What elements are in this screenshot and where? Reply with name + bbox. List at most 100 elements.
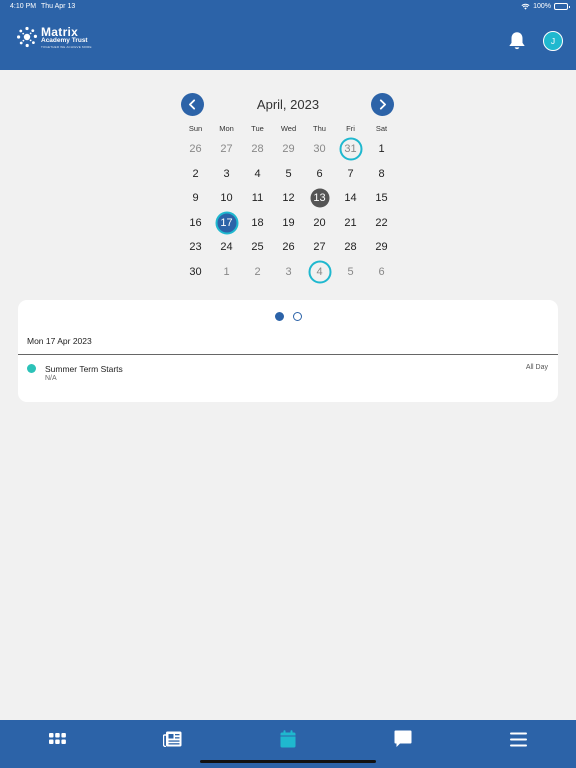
day-number: 12 <box>282 192 295 205</box>
calendar-day[interactable]: 28 <box>242 137 273 162</box>
event-color-dot <box>27 364 36 373</box>
newspaper-icon <box>163 731 182 747</box>
day-number: 3 <box>223 167 230 180</box>
day-number: 13 <box>313 192 326 205</box>
day-number: 29 <box>375 241 388 254</box>
day-number: 16 <box>189 216 202 229</box>
day-number: 3 <box>285 265 292 278</box>
day-number: 27 <box>313 241 326 254</box>
calendar-day[interactable]: 12 <box>273 186 304 211</box>
calendar-day[interactable]: 11 <box>242 186 273 211</box>
day-number: 27 <box>220 143 233 156</box>
calendar-day[interactable]: 20 <box>304 211 335 236</box>
day-number: 5 <box>347 265 354 278</box>
calendar-day[interactable]: 10 <box>211 186 242 211</box>
status-bar: 4:10 PM Thu Apr 13 100% <box>0 3 576 15</box>
calendar-day[interactable]: 16 <box>180 211 211 236</box>
matrix-logo: Matrix Academy Trust TOGETHER WE ACHIEVE… <box>16 26 92 49</box>
weekday-label: Sun <box>188 124 203 133</box>
calendar-day[interactable]: 28 <box>335 235 366 260</box>
calendar-day-with-event[interactable]: 31 <box>335 137 366 162</box>
tab-menu[interactable] <box>461 720 576 768</box>
next-month-button[interactable] <box>371 93 394 116</box>
calendar-day[interactable]: 1 <box>366 137 397 162</box>
calendar-day[interactable]: 7 <box>335 162 366 187</box>
notifications-button[interactable] <box>506 30 528 52</box>
calendar-day[interactable]: 5 <box>273 162 304 187</box>
calendar-day[interactable]: 26 <box>273 235 304 260</box>
calendar-day[interactable]: 30 <box>304 137 335 162</box>
calendar-day[interactable]: 2 <box>242 260 273 285</box>
calendar-day[interactable]: 5 <box>335 260 366 285</box>
logo-tagline: TOGETHER WE ACHIEVE MORE <box>41 44 92 49</box>
calendar-day[interactable]: 19 <box>273 211 304 236</box>
calendar-day[interactable]: 4 <box>242 162 273 187</box>
status-date: Thu Apr 13 <box>41 3 76 10</box>
agenda-card: Mon 17 Apr 2023 Summer Term Starts N/A A… <box>18 300 558 402</box>
calendar-icon <box>280 730 296 748</box>
status-time: 4:10 PM <box>10 3 37 10</box>
user-avatar-button[interactable]: J <box>543 31 563 51</box>
calendar-day-with-event[interactable]: 4 <box>304 260 335 285</box>
page-indicator <box>18 312 558 321</box>
calendar-day[interactable]: 22 <box>366 211 397 236</box>
calendar-day[interactable]: 3 <box>273 260 304 285</box>
day-number: 28 <box>344 241 357 254</box>
day-number: 30 <box>189 265 202 278</box>
calendar-day[interactable]: 29 <box>366 235 397 260</box>
day-number: 29 <box>282 143 295 156</box>
day-number: 11 <box>251 192 264 205</box>
calendar-day[interactable]: 23 <box>180 235 211 260</box>
day-number: 15 <box>375 192 388 205</box>
home-indicator <box>200 760 376 763</box>
calendar-day[interactable]: 18 <box>242 211 273 236</box>
calendar-day[interactable]: 27 <box>304 235 335 260</box>
calendar-day[interactable]: 2 <box>180 162 211 187</box>
calendar-day[interactable]: 3 <box>211 162 242 187</box>
day-number: 4 <box>316 265 323 278</box>
weekday-header: Sun Mon Tue Wed Thu Fri Sat <box>180 124 397 136</box>
day-number: 26 <box>189 143 202 156</box>
weekday-label: Wed <box>280 124 297 133</box>
day-number: 4 <box>254 167 261 180</box>
day-number: 10 <box>220 192 233 205</box>
calendar-day[interactable]: 25 <box>242 235 273 260</box>
calendar-day[interactable]: 1 <box>211 260 242 285</box>
calendar-day[interactable]: 6 <box>366 260 397 285</box>
calendar-day[interactable]: 6 <box>304 162 335 187</box>
logo-subtitle: Academy Trust <box>41 37 88 44</box>
calendar-day[interactable]: 15 <box>366 186 397 211</box>
calendar-day[interactable]: 14 <box>335 186 366 211</box>
day-number: 20 <box>313 216 326 229</box>
day-number: 1 <box>223 265 230 278</box>
calendar-day[interactable]: 8 <box>366 162 397 187</box>
battery-percent: 100% <box>533 3 551 10</box>
calendar-day[interactable]: 21 <box>335 211 366 236</box>
weekday-label: Mon <box>219 124 234 133</box>
calendar-day[interactable]: 9 <box>180 186 211 211</box>
page-dot-active[interactable] <box>274 312 284 321</box>
day-number: 21 <box>344 216 357 229</box>
weekday-label: Sat <box>375 124 388 133</box>
battery-icon <box>554 3 570 10</box>
day-number: 8 <box>378 167 385 180</box>
event-item[interactable]: Summer Term Starts N/A All Day <box>18 362 558 388</box>
tab-apps[interactable] <box>0 720 115 768</box>
calendar-day[interactable]: 26 <box>180 137 211 162</box>
calendar-day[interactable]: 27 <box>211 137 242 162</box>
day-number: 9 <box>192 192 199 205</box>
chevron-right-icon <box>379 99 386 110</box>
avatar-initial: J <box>550 36 556 46</box>
day-number: 28 <box>251 143 264 156</box>
calendar-day-today[interactable]: 13 <box>304 186 335 211</box>
calendar-day[interactable]: 24 <box>211 235 242 260</box>
event-title: Summer Term Starts <box>45 364 123 374</box>
app-header: 4:10 PM Thu Apr 13 100% Matrix Academy T… <box>0 0 576 70</box>
calendar-day-selected[interactable]: 17 <box>211 211 242 236</box>
day-number: 1 <box>378 143 385 156</box>
calendar-day[interactable]: 29 <box>273 137 304 162</box>
page-dot[interactable] <box>292 312 302 321</box>
calendar-day[interactable]: 30 <box>180 260 211 285</box>
month-title: April, 2023 <box>256 97 320 112</box>
day-number: 6 <box>378 265 385 278</box>
